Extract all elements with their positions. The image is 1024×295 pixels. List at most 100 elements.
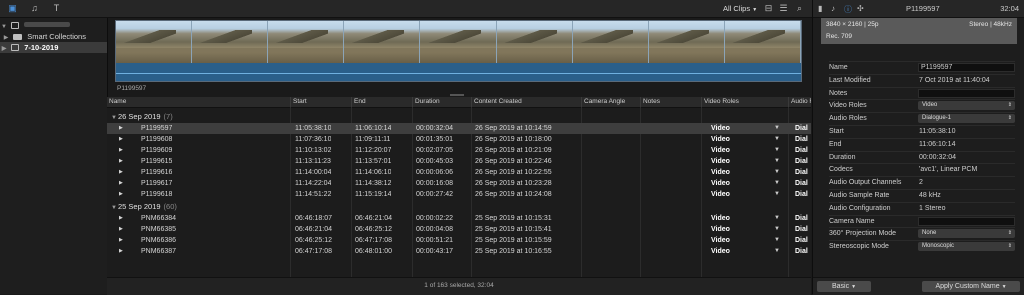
column-header[interactable]: Name [107,97,290,107]
column-header[interactable]: End [351,97,412,107]
clip-content-created: 26 Sep 2019 at 10:22:46 [475,158,552,165]
disclosure-triangle-icon[interactable]: ▶ [119,178,123,189]
library-row[interactable]: ▼ [0,20,107,31]
chevron-down-icon[interactable]: ▼ [774,189,780,200]
disclosure-triangle-icon[interactable]: ▶ [119,145,123,156]
column-header[interactable]: Duration [412,97,471,107]
clip-duration: 00:01:35:01 [416,136,453,143]
share-inspector-icon[interactable]: ✣ [857,4,864,13]
audio-role-value[interactable]: Dial [795,145,808,156]
list-view-icon[interactable]: ☰ [778,3,789,14]
disclosure-triangle-icon[interactable]: ▶ [119,156,123,167]
clip-filmstrip[interactable] [115,20,802,82]
table-row[interactable]: ▶ PNM66384 06:46:18:07 06:46:21:04 00:00:02:… [107,213,811,224]
audio-role-value[interactable]: Dial [795,134,808,145]
clip-appearance-icon[interactable]: ⊟ [763,3,774,14]
disclosure-triangle-icon[interactable]: ▶ [119,224,123,235]
audio-inspector-icon[interactable]: ♪ [831,4,835,13]
video-role-value[interactable]: Video [711,224,730,235]
table-row[interactable]: ▶ PNM66387 06:47:17:08 06:48:01:00 00:00:43:… [107,246,811,257]
audio-role-value[interactable]: Dial [795,235,808,246]
table-row[interactable]: ▶ P1199618 11:14:51:22 11:15:19:14 00:00:27:… [107,189,811,200]
video-role-value[interactable]: Video [711,167,730,178]
titles-generators-icon[interactable]: T [51,3,62,14]
disclosure-triangle-icon[interactable]: ▶ [119,235,123,246]
libraries-icon[interactable]: ▣ [7,3,18,14]
table-row[interactable]: ▶ P1199617 11:14:22:04 11:14:38:12 00:00:16:… [107,178,811,189]
date-group-header[interactable]: ▼26 Sep 2019 (7) [107,111,811,122]
audio-role-value[interactable]: Dial [795,167,808,178]
chevron-down-icon[interactable]: ▼ [774,213,780,224]
column-header[interactable]: Camera Angle [581,97,640,107]
disclosure-triangle-icon[interactable]: ▶ [119,167,123,178]
metadata-popup[interactable]: Monoscopic ⇕ [918,242,1015,252]
video-role-value[interactable]: Video [711,178,730,189]
photos-audio-icon[interactable]: ♫ [29,3,40,14]
clip-filter-dropdown[interactable]: All Clips ▼ [723,4,757,13]
chevron-down-icon[interactable]: ▼ [774,145,780,156]
table-row[interactable]: ▶ P1199608 11:07:36:10 11:09:11:11 00:01:35:… [107,134,811,145]
chevron-down-icon[interactable]: ▼ [774,224,780,235]
table-row[interactable]: ▶ PNM66386 06:46:25:12 06:47:17:08 00:00:51:… [107,235,811,246]
video-role-value[interactable]: Video [711,189,730,200]
audio-role-value[interactable]: Dial [795,123,808,134]
pane-divider-handle[interactable] [450,94,464,96]
metadata-popup[interactable]: Video ⇕ [918,101,1015,111]
metadata-text-field[interactable] [918,216,1015,226]
disclosure-triangle-icon[interactable]: ▶ [119,246,123,257]
chevron-down-icon[interactable]: ▼ [774,246,780,257]
chevron-down-icon[interactable]: ▼ [774,235,780,246]
video-role-value[interactable]: Video [711,134,730,145]
clip-start: 11:14:22:04 [295,180,332,187]
column-header[interactable]: Notes [640,97,701,107]
chevron-down-icon[interactable]: ▼ [774,156,780,167]
column-header[interactable]: Start [290,97,351,107]
filmstrip-clip-name: P1199597 [117,85,147,92]
column-header[interactable]: Audio Ro [788,97,811,107]
date-group-header[interactable]: ▼25 Sep 2019 (60) [107,201,811,212]
waveform-line [116,73,801,74]
disclosure-triangle-icon[interactable]: ▶ [119,134,123,145]
column-header[interactable]: Content Created [471,97,581,107]
chevron-down-icon[interactable]: ▼ [774,134,780,145]
video-role-value[interactable]: Video [711,123,730,134]
video-role-value[interactable]: Video [711,145,730,156]
video-role-value[interactable]: Video [711,213,730,224]
metadata-popup[interactable]: None ⇕ [918,229,1015,239]
audio-role-value[interactable]: Dial [795,178,808,189]
table-row[interactable]: ▶ P1199615 11:13:11:23 11:13:57:01 00:00:45:… [107,156,811,167]
disclosure-triangle-icon[interactable]: ▶ [119,123,123,134]
sidebar-item-event[interactable]: ▶ 7-10-2019 [0,42,107,53]
audio-role-value[interactable]: Dial [795,189,808,200]
apply-custom-name-button[interactable]: Apply Custom Name ▼ [922,281,1020,292]
metadata-view-button[interactable]: Basic ▼ [817,281,871,292]
inspector-footer: Basic ▼ Apply Custom Name ▼ [813,277,1024,295]
video-role-value[interactable]: Video [711,246,730,257]
search-icon[interactable]: ⌕ [794,3,805,14]
video-inspector-icon[interactable]: ▮ [818,4,822,13]
chevron-down-icon[interactable]: ▼ [774,123,780,134]
table-row[interactable]: ▶ P1199616 11:14:00:04 11:14:06:10 00:00:06:… [107,167,811,178]
clip-duration: 00:00:04:08 [416,226,453,233]
disclosure-triangle-icon[interactable]: ▶ [119,189,123,200]
audio-role-value[interactable]: Dial [795,213,808,224]
metadata-text-field[interactable] [918,88,1015,98]
table-row[interactable]: ▶ P1199597 11:05:38:10 11:06:10:14 00:00:32:… [107,123,811,134]
clip-content-created: 26 Sep 2019 at 10:14:59 [475,125,552,132]
video-role-value[interactable]: Video [711,235,730,246]
column-header[interactable]: Video Roles [701,97,788,107]
table-row[interactable]: ▶ PNM66385 06:46:21:04 06:46:25:12 00:00:04:… [107,224,811,235]
audio-role-value[interactable]: Dial [795,156,808,167]
chevron-down-icon: ▼ [851,284,857,290]
chevron-down-icon[interactable]: ▼ [774,167,780,178]
disclosure-triangle-icon[interactable]: ▶ [0,44,8,55]
chevron-down-icon[interactable]: ▼ [774,178,780,189]
metadata-popup[interactable]: Dialogue-1 ⇕ [918,114,1015,124]
audio-role-value[interactable]: Dial [795,246,808,257]
audio-role-value[interactable]: Dial [795,224,808,235]
sidebar-item-smart-collections[interactable]: ▶ Smart Collections [0,31,109,42]
info-inspector-icon[interactable]: ⓘ [844,4,852,15]
disclosure-triangle-icon[interactable]: ▶ [119,213,123,224]
table-row[interactable]: ▶ P1199609 11:10:13:02 11:12:20:07 00:02:07:… [107,145,811,156]
video-role-value[interactable]: Video [711,156,730,167]
